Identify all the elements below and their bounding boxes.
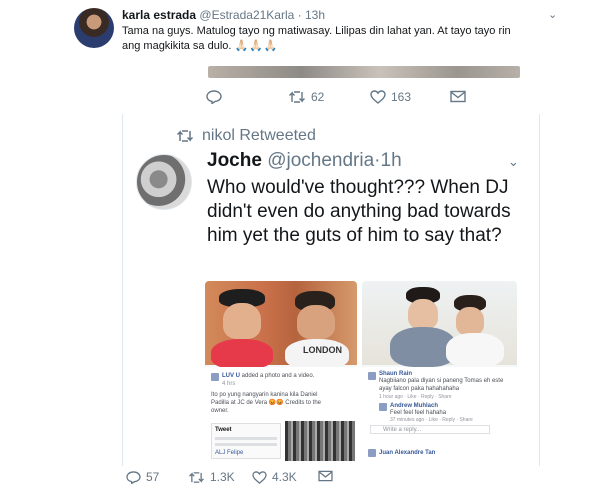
shirt-print: LONDON <box>303 345 342 355</box>
tweet-time[interactable]: 1h <box>381 150 402 171</box>
fb-comment-meta: 1 hour ago · Like · Reply · Share <box>379 394 452 400</box>
tweet-actions: 62 163 <box>206 90 506 110</box>
fb-comment-author: Juan Alexandre Tan <box>379 450 436 456</box>
avatar[interactable] <box>74 8 114 48</box>
author-handle[interactable]: @Estrada21Karla <box>199 8 294 22</box>
tweet-media-left[interactable]: LONDON LUV U added a photo and a video. … <box>205 281 357 463</box>
reply-icon <box>206 90 222 104</box>
retweet-button[interactable]: 62 <box>288 90 324 104</box>
tweet-media-right[interactable]: Shaun Rain Nagbiiano pala diyan si panen… <box>362 281 517 463</box>
tweet-text: Who would've thought??? When DJ didn't e… <box>207 177 511 246</box>
reply-button[interactable] <box>206 90 222 104</box>
facebook-comments-screenshot: Shaun Rain Nagbiiano pala diyan si panen… <box>362 367 517 463</box>
fb-reply-input: Write a reply... <box>370 425 490 434</box>
author-name[interactable]: Joche <box>207 150 262 171</box>
fb-embedded-feed: Tweet ALJ Felipe <box>211 423 281 459</box>
like-count: 4.3K <box>272 470 297 484</box>
retweet-icon <box>189 471 204 483</box>
like-button[interactable]: 4.3K <box>252 470 297 484</box>
tweet-header: Joche @jochendria·1h <box>207 150 402 172</box>
direct-message-button[interactable] <box>318 470 333 482</box>
tweet-time[interactable]: 13h <box>305 8 325 22</box>
fb-comment-meta: 37 minutes ago · Like · Reply · Share <box>390 417 473 423</box>
quoted-media-strip[interactable] <box>208 66 520 78</box>
envelope-icon <box>450 90 466 103</box>
facebook-post-screenshot: LUV U added a photo and a video. 4 hrs I… <box>205 367 357 463</box>
chevron-down-icon[interactable]: ⌄ <box>508 154 519 170</box>
photo <box>362 281 517 367</box>
reply-icon <box>126 470 141 484</box>
retweet-count: 1.3K <box>210 470 235 484</box>
retweet-count: 62 <box>311 90 325 104</box>
heart-icon <box>370 90 386 104</box>
fb-feed-tweet-label: Tweet <box>215 427 232 433</box>
reply-count: 57 <box>146 470 160 484</box>
fb-post-author: LUV U <box>222 373 240 379</box>
fb-comment-text: Nagbiiano pala diyan si paneng Tomas eh … <box>379 378 504 392</box>
author-handle[interactable]: @jochendria <box>267 150 374 171</box>
retweet-icon <box>176 130 194 142</box>
retweet-banner-label[interactable]: nikol Retweeted <box>202 127 316 145</box>
tweet-actions: 57 1.3K 4.3K <box>126 470 426 492</box>
author-name[interactable]: karla estrada <box>122 8 196 22</box>
heart-icon <box>252 470 267 484</box>
photo: LONDON <box>205 281 357 369</box>
direct-message-button[interactable] <box>450 90 466 103</box>
retweet-icon <box>289 91 305 103</box>
like-count: 163 <box>391 90 412 104</box>
chevron-down-icon[interactable]: ⌄ <box>548 8 557 21</box>
fb-post-meta: 4 hrs <box>222 381 236 387</box>
tweet-text: Tama na guys. Matulog tayo ng matiwasay.… <box>122 24 522 54</box>
fb-post-action: added a photo and a video. <box>241 373 315 379</box>
tweet-header: karla estrada @Estrada21Karla · 13h <box>122 8 325 22</box>
header-separator: · <box>297 8 302 22</box>
retweet-banner: nikol Retweeted <box>176 127 316 145</box>
avatar[interactable] <box>136 154 192 210</box>
reply-button[interactable]: 57 <box>126 470 159 484</box>
envelope-icon <box>318 470 333 482</box>
fb-post-text: Ito po yung nangyarin kanina kila Daniel… <box>211 392 321 414</box>
fb-video-thumbnail <box>285 421 355 461</box>
tweet-text-body: Tama na guys. Matulog tayo ng matiwasay.… <box>122 25 511 52</box>
tweet-emoji: 🙏🏻🙏🏻🙏🏻 <box>234 40 279 52</box>
fb-feed-name: ALJ Felipe <box>215 450 244 456</box>
retweet-button[interactable]: 1.3K <box>188 470 235 484</box>
like-button[interactable]: 163 <box>370 90 411 104</box>
